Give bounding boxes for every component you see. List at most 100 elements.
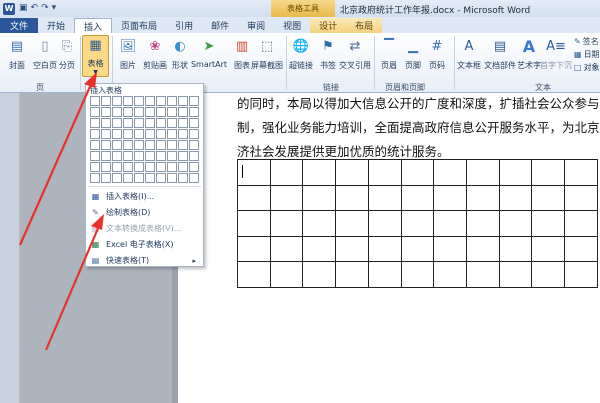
table-cell[interactable] xyxy=(564,235,598,263)
table-cell[interactable] xyxy=(269,235,304,263)
grid-cell[interactable] xyxy=(134,107,144,117)
table-cell[interactable] xyxy=(466,184,500,212)
grid-cell[interactable] xyxy=(101,140,111,150)
grid-cell[interactable] xyxy=(134,129,144,139)
drop-cap-button[interactable]: A≡ 首字下沉 xyxy=(538,35,574,71)
grid-cell[interactable] xyxy=(178,151,188,161)
table-cell[interactable] xyxy=(335,235,369,263)
draw-table-menu-item[interactable]: ✎ 绘制表格(D) xyxy=(90,206,200,219)
grid-cell[interactable] xyxy=(123,173,133,183)
table-cell[interactable] xyxy=(466,159,500,186)
table-cell[interactable] xyxy=(531,184,566,212)
table-cell[interactable] xyxy=(400,184,435,212)
table-cell[interactable] xyxy=(400,261,435,288)
grid-cell[interactable] xyxy=(178,162,188,172)
grid-cell[interactable] xyxy=(156,140,166,150)
table-size-grid[interactable] xyxy=(90,96,199,183)
table-cell[interactable] xyxy=(531,261,566,288)
grid-cell[interactable] xyxy=(156,96,166,106)
grid-cell[interactable] xyxy=(123,96,133,106)
grid-cell[interactable] xyxy=(167,107,177,117)
grid-cell[interactable] xyxy=(134,162,144,172)
table-cell[interactable] xyxy=(302,210,337,237)
table-cell[interactable] xyxy=(433,184,468,212)
grid-cell[interactable] xyxy=(123,107,133,117)
tab-5[interactable]: 邮件 xyxy=(202,18,238,33)
table-cell[interactable] xyxy=(498,235,533,263)
grid-cell[interactable] xyxy=(167,173,177,183)
table-cell[interactable] xyxy=(531,235,566,263)
grid-cell[interactable] xyxy=(112,162,122,172)
grid-cell[interactable] xyxy=(90,151,100,161)
tab-9[interactable]: 布局 xyxy=(346,18,383,33)
table-cell[interactable] xyxy=(269,184,304,212)
table-cell[interactable] xyxy=(367,210,402,237)
undo-icon[interactable]: ↶ xyxy=(31,4,39,13)
customize-qat-icon[interactable]: ▾ xyxy=(52,4,57,13)
grid-cell[interactable] xyxy=(156,151,166,161)
grid-cell[interactable] xyxy=(134,173,144,183)
grid-cell[interactable] xyxy=(178,118,188,128)
grid-cell[interactable] xyxy=(134,151,144,161)
grid-cell[interactable] xyxy=(134,118,144,128)
grid-cell[interactable] xyxy=(112,96,122,106)
grid-cell[interactable] xyxy=(90,173,100,183)
cross-reference-button[interactable]: ⇄ 交叉引用 xyxy=(336,35,374,71)
grid-cell[interactable] xyxy=(145,162,155,172)
table-cell[interactable] xyxy=(531,210,566,237)
grid-cell[interactable] xyxy=(101,118,111,128)
grid-cell[interactable] xyxy=(178,173,188,183)
table-cell[interactable] xyxy=(367,261,402,288)
grid-cell[interactable] xyxy=(189,118,199,128)
grid-cell[interactable] xyxy=(90,140,100,150)
page-break-button[interactable]: ⎘ 分页 xyxy=(50,35,84,71)
grid-cell[interactable] xyxy=(123,151,133,161)
table-cell[interactable] xyxy=(302,184,337,212)
object-button[interactable]: □ 对象 xyxy=(574,62,600,73)
table-button[interactable]: ▦ 表格 ▼ xyxy=(82,35,109,77)
grid-cell[interactable] xyxy=(156,118,166,128)
grid-cell[interactable] xyxy=(167,118,177,128)
grid-cell[interactable] xyxy=(101,173,111,183)
table-cell[interactable] xyxy=(466,210,500,237)
grid-cell[interactable] xyxy=(101,129,111,139)
grid-cell[interactable] xyxy=(156,162,166,172)
table-cell[interactable] xyxy=(302,261,337,288)
grid-cell[interactable] xyxy=(189,129,199,139)
signature-line-button[interactable]: ✎ 签名 xyxy=(574,36,599,47)
table-cell[interactable] xyxy=(433,210,468,237)
grid-cell[interactable] xyxy=(156,129,166,139)
grid-cell[interactable] xyxy=(178,140,188,150)
table-cell[interactable] xyxy=(400,235,435,263)
save-icon[interactable]: ▣ xyxy=(19,4,28,13)
grid-cell[interactable] xyxy=(123,129,133,139)
grid-cell[interactable] xyxy=(101,107,111,117)
grid-cell[interactable] xyxy=(189,140,199,150)
grid-cell[interactable] xyxy=(112,173,122,183)
grid-cell[interactable] xyxy=(123,140,133,150)
table-cell[interactable] xyxy=(466,235,500,263)
grid-cell[interactable] xyxy=(112,140,122,150)
table-cell[interactable] xyxy=(498,261,533,288)
grid-cell[interactable] xyxy=(189,151,199,161)
grid-cell[interactable] xyxy=(112,151,122,161)
table-cell[interactable] xyxy=(237,210,271,237)
table-cell[interactable] xyxy=(564,184,598,212)
table-cell[interactable] xyxy=(367,235,402,263)
tab-4[interactable]: 引用 xyxy=(166,18,202,33)
grid-cell[interactable] xyxy=(167,129,177,139)
table-cell[interactable] xyxy=(269,159,304,186)
table-cell[interactable] xyxy=(302,159,337,186)
table-cell[interactable] xyxy=(269,261,304,288)
grid-cell[interactable] xyxy=(123,162,133,172)
date-time-button[interactable]: ▦ 日期 xyxy=(574,49,600,60)
redo-icon[interactable]: ↷ xyxy=(41,4,49,13)
grid-cell[interactable] xyxy=(145,96,155,106)
table-cell[interactable] xyxy=(498,184,533,212)
grid-cell[interactable] xyxy=(145,129,155,139)
tab-1[interactable]: 开始 xyxy=(38,18,74,33)
grid-cell[interactable] xyxy=(189,96,199,106)
table-cell[interactable] xyxy=(367,184,402,212)
table-cell[interactable] xyxy=(400,210,435,237)
tab-2[interactable]: 插入 xyxy=(74,18,113,33)
